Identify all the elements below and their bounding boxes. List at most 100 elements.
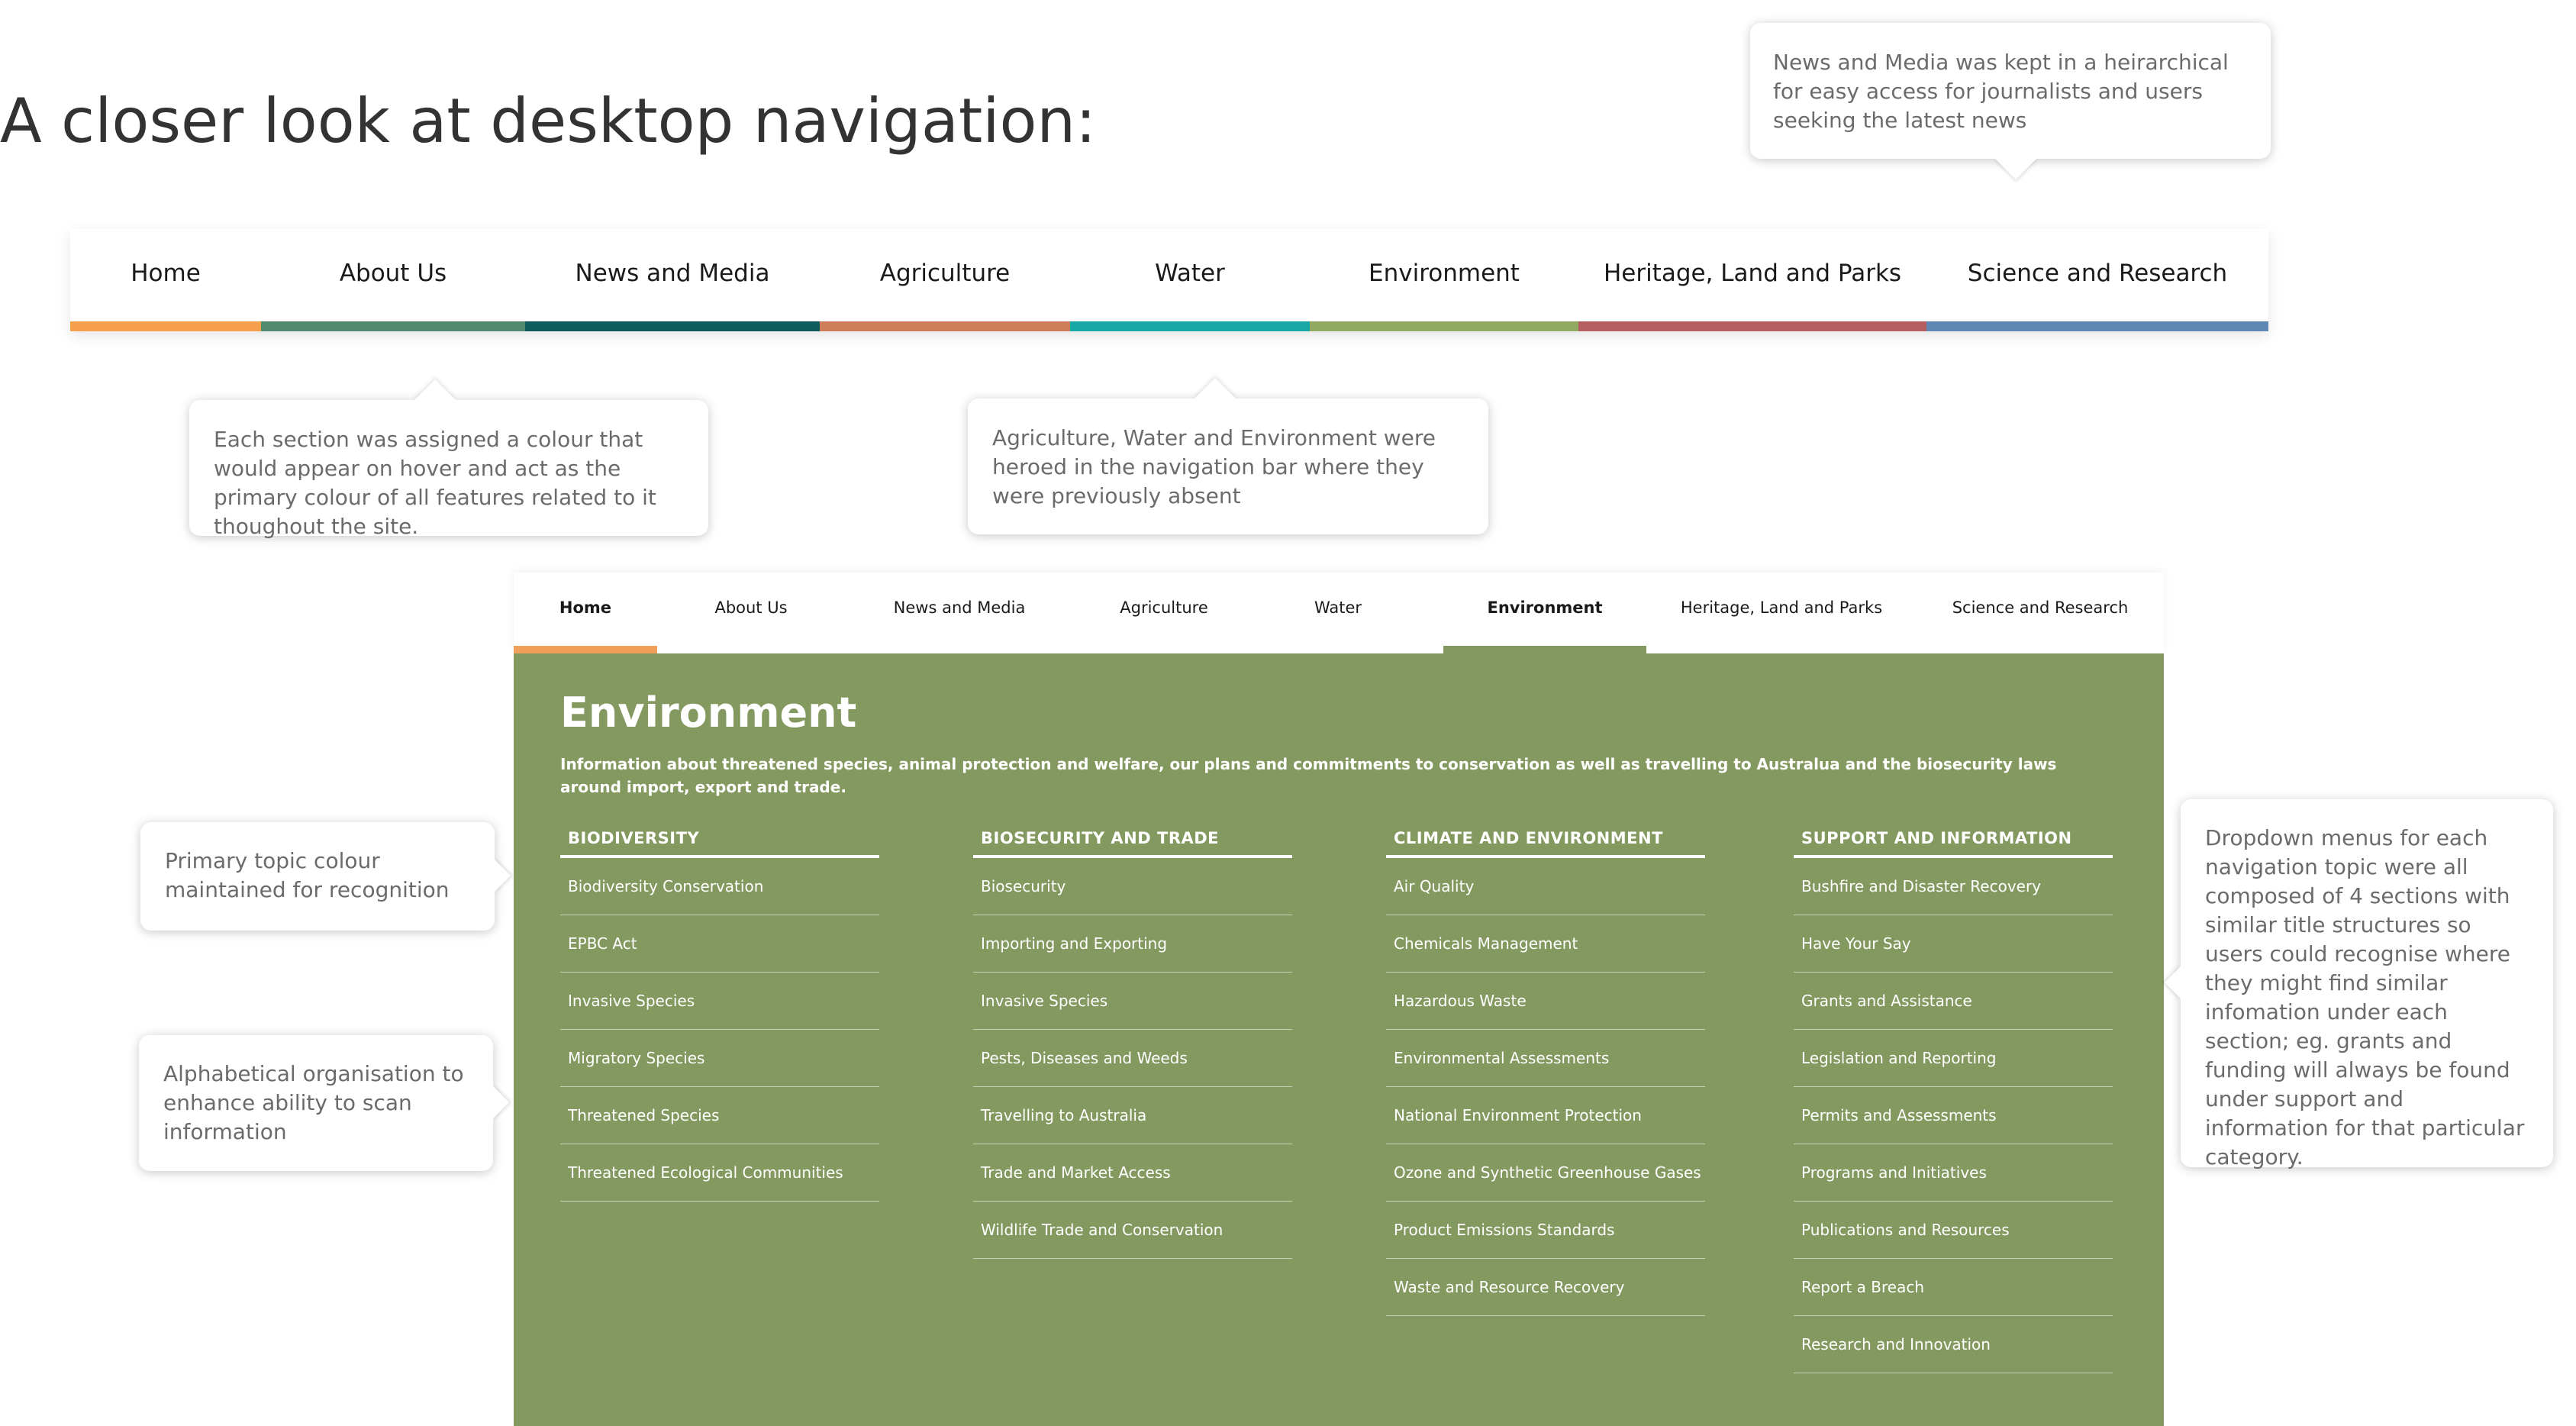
nav-color-bar	[261, 321, 525, 331]
menu-link[interactable]: Ozone and Synthetic Greenhouse Gases	[1386, 1144, 1705, 1202]
nav-item-label: Home	[559, 598, 612, 617]
callout-dropdown: Dropdown menus for each navigation topic…	[2165, 799, 2553, 1170]
main-navigation-bar: Home About Us News and Media Agriculture…	[70, 229, 2268, 331]
callout-alphabetical-text: Alphabetical organisation to enhance abi…	[163, 1061, 464, 1144]
nav-item-label: Heritage, Land and Parks	[1603, 260, 1902, 287]
nav-item-home[interactable]: Home	[70, 229, 261, 331]
callout-pointer	[1994, 158, 2037, 179]
nav-item-label: Home	[131, 260, 201, 287]
nav-item-news-and-media[interactable]: News and Media	[845, 573, 1074, 653]
nav-item-about-us[interactable]: About Us	[261, 229, 525, 331]
nav-item-news-and-media[interactable]: News and Media	[525, 229, 820, 331]
menu-link[interactable]: Biodiversity Conservation	[560, 858, 879, 915]
nav-item-label: Environment	[1487, 598, 1603, 617]
menu-link[interactable]: EPBC Act	[560, 915, 879, 973]
menu-link[interactable]: National Environment Protection	[1386, 1087, 1705, 1144]
menu-link[interactable]: Threatened Ecological Communities	[560, 1144, 879, 1202]
menu-link[interactable]: Publications and Resources	[1794, 1202, 2113, 1259]
nav-item-label: Agriculture	[879, 260, 1011, 287]
menu-link[interactable]: Travelling to Australia	[973, 1087, 1292, 1144]
menu-link[interactable]: Invasive Species	[560, 973, 879, 1030]
menu-link[interactable]: Environmental Assessments	[1386, 1030, 1705, 1087]
menu-link[interactable]: Importing and Exporting	[973, 915, 1292, 973]
nav-color-bar	[514, 646, 657, 653]
callout-primary-colour-text: Primary topic colour maintained for reco…	[165, 848, 450, 902]
nav-item-environment[interactable]: Environment	[1310, 229, 1578, 331]
nav-item-label: News and Media	[893, 598, 1026, 617]
nav-item-label: Agriculture	[1120, 598, 1208, 617]
menu-link[interactable]: Air Quality	[1386, 858, 1705, 915]
menu-link[interactable]: Chemicals Management	[1386, 915, 1705, 973]
dropdown-panel-environment: Environment Information about threatened…	[514, 653, 2164, 1426]
nav-item-about-us[interactable]: About Us	[657, 573, 845, 653]
nav-item-label: Water	[1314, 598, 1362, 617]
nav-item-label: Heritage, Land and Parks	[1680, 598, 1883, 617]
dropdown-column-biosecurity-trade: BIOSECURITY AND TRADE Biosecurity Import…	[973, 828, 1292, 1259]
nav-color-bar	[70, 321, 261, 331]
menu-link[interactable]: Permits and Assessments	[1794, 1087, 2113, 1144]
nav-color-bar	[1443, 646, 1646, 653]
nav-item-science-research[interactable]: Science and Research	[1926, 229, 2268, 331]
page-title: A closer look at desktop navigation:	[0, 85, 1097, 156]
callout-news-media-text: News and Media was kept in a heirarchica…	[1773, 50, 2229, 133]
dropdown-column-climate-environment: CLIMATE AND ENVIRONMENT Air Quality Chem…	[1386, 828, 1705, 1316]
nav-item-water[interactable]: Water	[1070, 229, 1310, 331]
callout-pointer	[1194, 378, 1236, 399]
nav-item-label: About Us	[714, 598, 788, 617]
nav-color-bar	[1578, 321, 1926, 331]
nav-item-science-research[interactable]: Science and Research	[1917, 573, 2164, 653]
menu-link[interactable]: Product Emissions Standards	[1386, 1202, 1705, 1259]
nav-item-heritage-land-parks[interactable]: Heritage, Land and Parks	[1578, 229, 1926, 331]
callout-primary-colour: Primary topic colour maintained for reco…	[140, 822, 511, 931]
menu-link[interactable]: Have Your Say	[1794, 915, 2113, 973]
dropdown-navigation-bar: Home About Us News and Media Agriculture…	[514, 573, 2164, 653]
callout-alphabetical: Alphabetical organisation to enhance abi…	[139, 1035, 509, 1171]
menu-link[interactable]: Hazardous Waste	[1386, 973, 1705, 1030]
callout-heroed: Agriculture, Water and Environment were …	[968, 378, 1488, 534]
menu-link[interactable]: Biosecurity	[973, 858, 1292, 915]
nav-color-bar	[820, 321, 1070, 331]
menu-link[interactable]: Legislation and Reporting	[1794, 1030, 2113, 1087]
menu-link[interactable]: Report a Breach	[1794, 1259, 2113, 1316]
dropdown-column-biodiversity: BIODIVERSITY Biodiversity Conservation E…	[560, 828, 879, 1202]
menu-link[interactable]: Research and Innovation	[1794, 1316, 2113, 1373]
callout-news-media: News and Media was kept in a heirarchica…	[1750, 23, 2271, 179]
menu-link[interactable]: Grants and Assistance	[1794, 973, 2113, 1030]
menu-link[interactable]: Migratory Species	[560, 1030, 879, 1087]
nav-color-bar	[525, 321, 820, 331]
menu-link[interactable]: Invasive Species	[973, 973, 1292, 1030]
column-heading: BIODIVERSITY	[560, 828, 879, 858]
menu-link[interactable]: Pests, Diseases and Weeds	[973, 1030, 1292, 1087]
menu-link[interactable]: Bushfire and Disaster Recovery	[1794, 858, 2113, 915]
nav-color-bar	[1926, 321, 2268, 331]
menu-link[interactable]: Waste and Resource Recovery	[1386, 1259, 1705, 1316]
callout-dropdown-text: Dropdown menus for each navigation topic…	[2205, 825, 2525, 1170]
callout-pointer	[494, 859, 511, 892]
nav-item-label: News and Media	[575, 260, 770, 287]
dropdown-column-support-information: SUPPORT AND INFORMATION Bushfire and Dis…	[1794, 828, 2113, 1373]
column-heading: BIOSECURITY AND TRADE	[973, 828, 1292, 858]
menu-link[interactable]: Wildlife Trade and Conservation	[973, 1202, 1292, 1259]
menu-link[interactable]: Trade and Market Access	[973, 1144, 1292, 1202]
nav-item-label: Environment	[1369, 260, 1520, 287]
nav-item-home[interactable]: Home	[514, 573, 657, 653]
menu-link[interactable]: Programs and Initiatives	[1794, 1144, 2113, 1202]
nav-item-environment[interactable]: Environment	[1443, 573, 1646, 653]
dropdown-title: Environment	[560, 689, 857, 737]
callout-colour: Each section was assigned a colour that …	[189, 379, 708, 539]
nav-item-heritage-land-parks[interactable]: Heritage, Land and Parks	[1646, 573, 1917, 653]
callout-pointer	[2165, 966, 2181, 999]
callout-colour-text: Each section was assigned a colour that …	[214, 427, 656, 539]
callout-heroed-text: Agriculture, Water and Environment were …	[992, 425, 1436, 508]
nav-item-water[interactable]: Water	[1254, 573, 1422, 653]
nav-item-label: Water	[1155, 260, 1225, 287]
callout-pointer	[492, 1086, 509, 1119]
nav-item-label: About Us	[339, 260, 447, 287]
menu-link[interactable]: Threatened Species	[560, 1087, 879, 1144]
dropdown-description: Information about threatened species, an…	[560, 755, 2057, 796]
nav-item-agriculture[interactable]: Agriculture	[1074, 573, 1254, 653]
callout-pointer	[414, 379, 456, 401]
nav-color-bar	[1070, 321, 1310, 331]
nav-item-agriculture[interactable]: Agriculture	[820, 229, 1070, 331]
column-heading: CLIMATE AND ENVIRONMENT	[1386, 828, 1705, 858]
